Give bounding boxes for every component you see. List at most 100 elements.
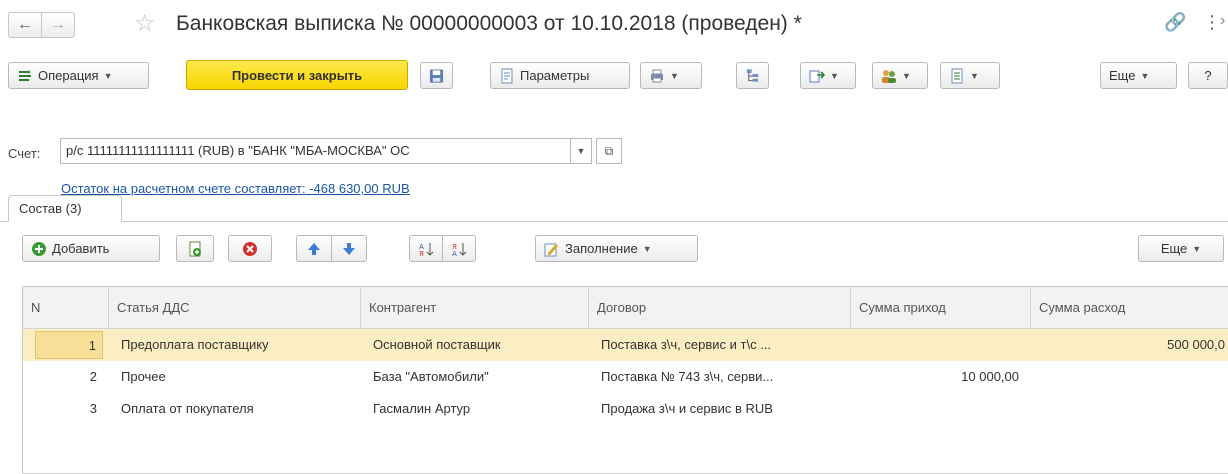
composition-table[interactable]: N Статья ДДС Контрагент Договор Сумма пр… xyxy=(22,286,1228,474)
account-open-button[interactable]: ⧉ xyxy=(596,138,622,164)
help-label: ? xyxy=(1204,68,1212,83)
chevron-down-icon: ▼ xyxy=(1140,70,1150,81)
chevron-down-icon: ▼ xyxy=(1192,243,1202,254)
column-header-n[interactable]: N xyxy=(23,287,109,329)
create-based-on-button[interactable]: ▼ xyxy=(800,62,856,89)
table-row[interactable]: 2 Прочее База "Автомобили" Поставка № 74… xyxy=(23,361,1228,393)
account-label: Счет: xyxy=(8,146,41,161)
related-users-button[interactable]: ▼ xyxy=(872,62,928,89)
chevron-down-icon: ▼ xyxy=(902,70,911,81)
printer-icon xyxy=(651,69,663,82)
operation-button[interactable]: Операция ▼ xyxy=(8,62,149,89)
row-contract[interactable]: Поставка № 743 з\ч, серви... xyxy=(593,361,851,393)
row-expense[interactable] xyxy=(1031,361,1228,393)
sort-descending-icon: ЯА xyxy=(452,242,467,257)
operation-label: Операция xyxy=(38,68,99,83)
row-number[interactable]: 1 xyxy=(35,331,103,359)
row-contract[interactable]: Продажа з\ч и сервис в RUB xyxy=(593,393,851,425)
delete-row-button[interactable] xyxy=(228,235,272,262)
sort-descending-button[interactable]: ЯА xyxy=(442,235,476,262)
move-up-button[interactable] xyxy=(296,235,332,262)
save-button[interactable] xyxy=(420,62,453,89)
post-and-close-label: Провести и закрыть xyxy=(231,67,363,83)
row-counterparty[interactable]: Гасмалин Артур xyxy=(365,393,589,425)
sort-ascending-icon: АЯ xyxy=(419,242,434,257)
fill-label: Заполнение xyxy=(565,241,638,256)
row-contract[interactable]: Поставка з\ч, сервис и т\с ... xyxy=(593,329,851,361)
help-button[interactable]: ? xyxy=(1188,62,1228,89)
column-header-item[interactable]: Статья ДДС xyxy=(109,287,361,329)
print-button[interactable]: ▼ xyxy=(640,62,702,89)
chevron-down-icon: ▼ xyxy=(970,70,979,81)
create-based-icon xyxy=(809,70,825,82)
structure-button[interactable] xyxy=(736,62,769,89)
report-icon xyxy=(951,68,963,83)
more-label: Еще xyxy=(1109,68,1136,83)
add-circle-icon xyxy=(32,241,46,256)
fill-button[interactable]: Заполнение ▼ xyxy=(535,235,698,262)
params-button[interactable]: Параметры xyxy=(490,62,630,89)
post-and-close-button[interactable]: Провести и закрыть xyxy=(186,60,408,90)
column-header-income[interactable]: Сумма приход xyxy=(851,287,1031,329)
users-icon xyxy=(882,69,896,83)
kebab-menu-icon[interactable]: ⋮ xyxy=(1203,12,1221,33)
delete-circle-icon xyxy=(243,241,257,256)
forward-button[interactable]: → xyxy=(41,12,75,38)
page-title: Банковская выписка № 00000000003 от 10.1… xyxy=(176,12,802,35)
chevron-right-icon[interactable]: › xyxy=(1220,12,1225,30)
hierarchy-icon xyxy=(746,68,759,82)
row-income[interactable] xyxy=(851,393,1027,425)
table-row[interactable]: 1 Предоплата поставщику Основной поставщ… xyxy=(23,329,1228,361)
account-field[interactable]: р/с 11111111111111111 (RUB) в "БАНК "МБА… xyxy=(60,138,570,164)
row-counterparty[interactable]: Основной поставщик xyxy=(365,329,589,361)
document-settings-icon xyxy=(501,68,513,83)
move-down-button[interactable] xyxy=(331,235,367,262)
row-counterparty[interactable]: База "Автомобили" xyxy=(365,361,589,393)
tab-composition[interactable]: Состав (3) xyxy=(8,195,122,222)
row-expense[interactable] xyxy=(1031,393,1228,425)
row-item[interactable]: Прочее xyxy=(113,361,361,393)
account-dropdown-button[interactable]: ▼ xyxy=(570,138,592,164)
reports-button[interactable]: ▼ xyxy=(940,62,1000,89)
table-header: N Статья ДДС Контрагент Договор Сумма пр… xyxy=(23,287,1228,329)
link-icon[interactable]: 🔗 xyxy=(1164,12,1186,33)
column-header-expense[interactable]: Сумма расход xyxy=(1031,287,1228,329)
row-number[interactable]: 3 xyxy=(35,393,103,425)
arrow-down-icon xyxy=(343,242,355,255)
more-button[interactable]: Еще ▼ xyxy=(1100,62,1177,89)
tab-divider xyxy=(0,221,1228,222)
table-more-button[interactable]: Еще ▼ xyxy=(1138,235,1224,262)
save-icon xyxy=(429,68,444,83)
arrow-left-icon: ← xyxy=(17,16,33,33)
row-item[interactable]: Оплата от покупателя xyxy=(113,393,361,425)
operation-icon xyxy=(19,69,31,81)
chevron-down-icon: ▼ xyxy=(576,146,586,156)
row-item[interactable]: Предоплата поставщику xyxy=(113,329,361,361)
chevron-down-icon: ▼ xyxy=(103,70,113,81)
fill-icon xyxy=(544,243,558,256)
row-expense[interactable]: 500 000,0 xyxy=(1031,329,1228,361)
row-income[interactable] xyxy=(851,329,1027,361)
favorite-star-icon[interactable]: ☆ xyxy=(134,9,156,38)
copy-add-icon xyxy=(189,241,201,256)
row-number[interactable]: 2 xyxy=(35,361,103,393)
chevron-down-icon: ▼ xyxy=(670,70,679,81)
add-row-label: Добавить xyxy=(52,241,110,256)
chevron-down-icon: ▼ xyxy=(642,243,652,254)
add-row-button[interactable]: Добавить xyxy=(22,235,160,262)
copy-row-button[interactable] xyxy=(176,235,214,262)
svg-text:А: А xyxy=(452,250,457,257)
sort-ascending-button[interactable]: АЯ xyxy=(409,235,443,262)
open-window-icon: ⧉ xyxy=(604,143,614,158)
arrow-up-icon xyxy=(308,242,320,255)
arrow-right-icon: → xyxy=(50,16,66,33)
row-income[interactable]: 10 000,00 xyxy=(851,361,1027,393)
column-header-contract[interactable]: Договор xyxy=(589,287,851,329)
column-header-counterparty[interactable]: Контрагент xyxy=(361,287,589,329)
params-label: Параметры xyxy=(520,68,590,83)
table-row[interactable]: 3 Оплата от покупателя Гасмалин Артур Пр… xyxy=(23,393,1228,425)
chevron-down-icon: ▼ xyxy=(830,70,839,81)
svg-text:Я: Я xyxy=(419,250,424,257)
balance-link[interactable]: Остаток на расчетном счете составляет: -… xyxy=(61,181,410,196)
back-button[interactable]: ← xyxy=(8,12,42,38)
